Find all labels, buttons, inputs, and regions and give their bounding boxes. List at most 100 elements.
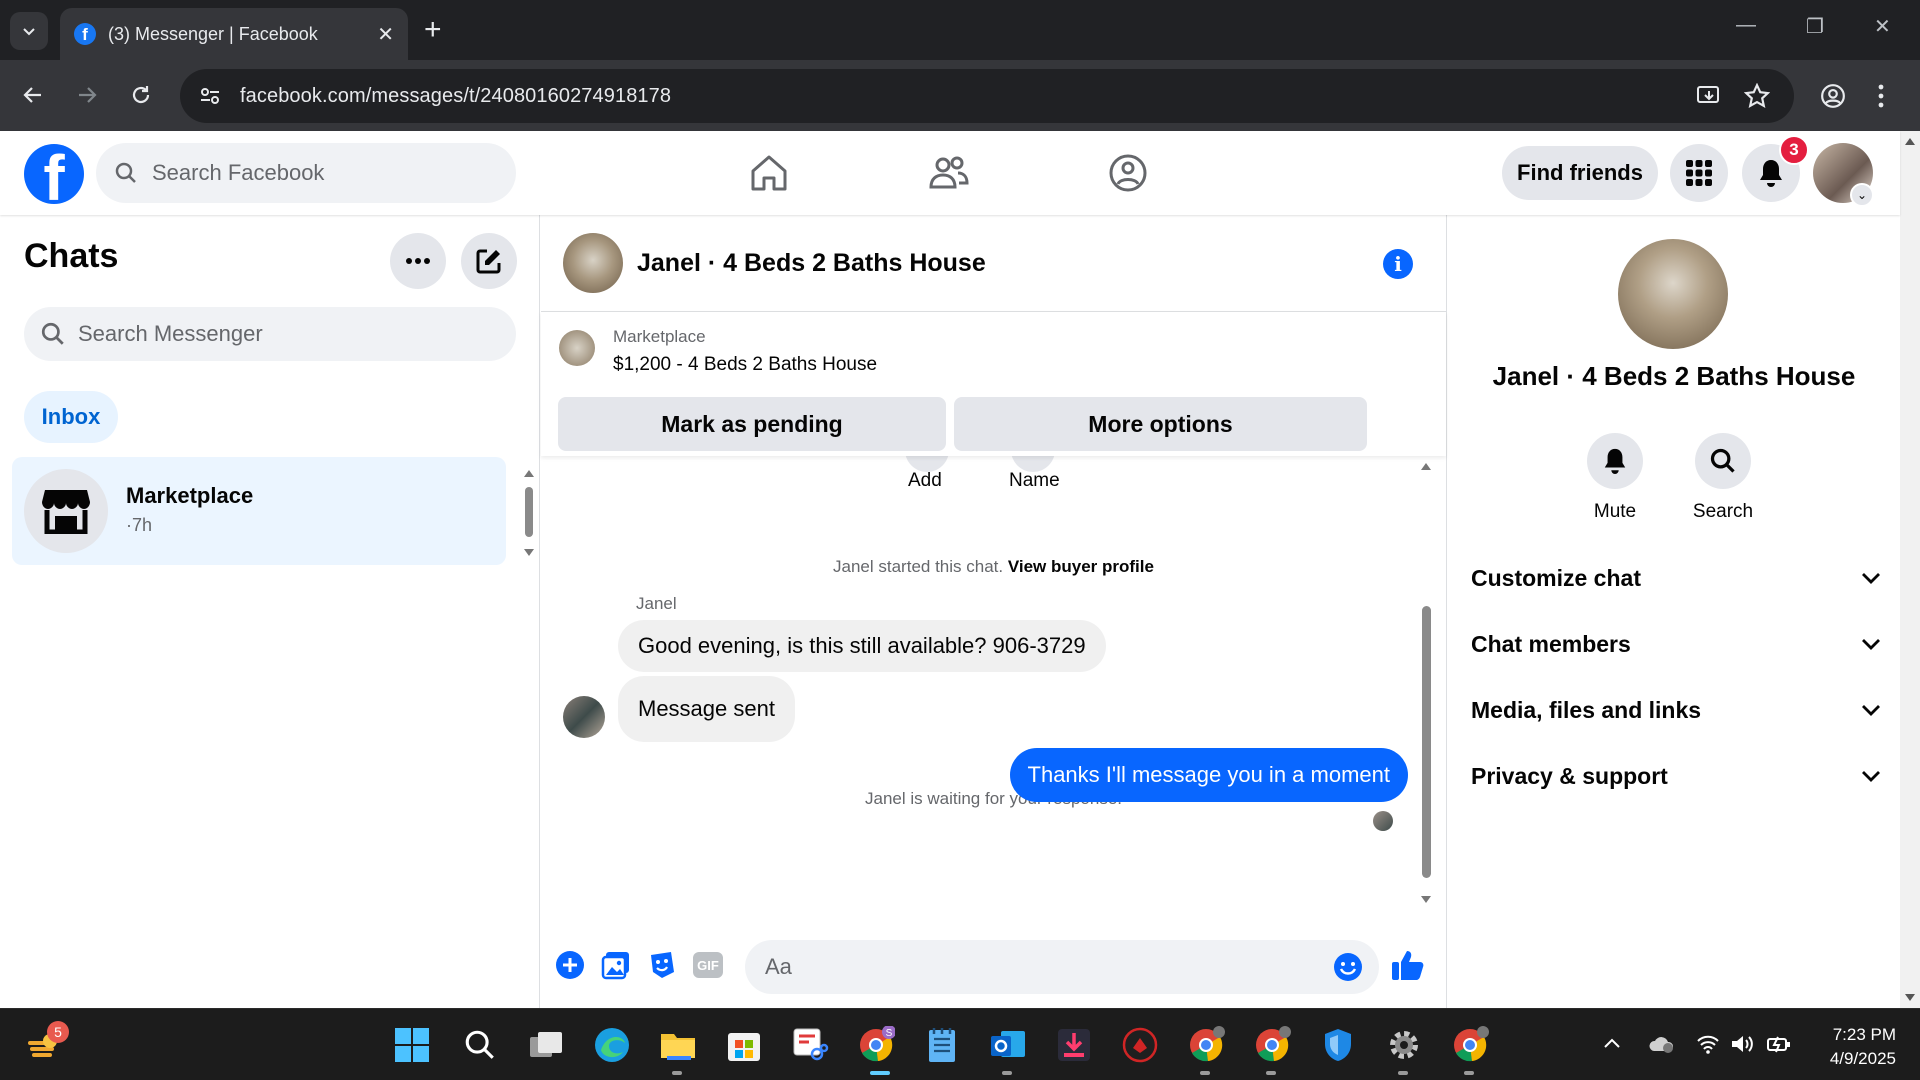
restore-button[interactable]: ❐: [1806, 14, 1824, 39]
address-bar[interactable]: facebook.com/messages/t/2408016027491817…: [180, 69, 1794, 123]
chrome-profile-3-icon[interactable]: [1252, 1025, 1292, 1065]
messenger-search-input[interactable]: Search Messenger: [24, 307, 516, 361]
chrome-profile-2-icon[interactable]: [1186, 1025, 1226, 1065]
mute-action[interactable]: Mute: [1560, 433, 1670, 523]
windows-taskbar: 5 S 7:23 PM 4/9/2025: [0, 1008, 1920, 1080]
bell-icon: [1604, 448, 1626, 474]
onedrive-icon[interactable]: [1648, 1033, 1676, 1055]
sticker-icon: [651, 952, 674, 978]
settings-gear-icon[interactable]: [1384, 1025, 1424, 1065]
defender-icon[interactable]: [1318, 1025, 1358, 1065]
view-buyer-profile-link[interactable]: View buyer profile: [1008, 557, 1154, 576]
tab-close-icon[interactable]: ✕: [377, 22, 394, 47]
incoming-message-bubble[interactable]: Good evening, is this still available? 9…: [618, 620, 1106, 672]
outlook-icon[interactable]: [988, 1025, 1028, 1065]
file-explorer-icon[interactable]: [658, 1025, 698, 1065]
volume-icon[interactable]: [1730, 1033, 1756, 1055]
snipping-tool-icon[interactable]: [790, 1025, 830, 1065]
forward-button[interactable]: [70, 78, 104, 112]
tab-search-button[interactable]: [10, 12, 48, 50]
install-app-icon[interactable]: [1696, 84, 1722, 108]
attach-photo-button[interactable]: [599, 948, 633, 982]
conversation-avatar[interactable]: [563, 233, 623, 293]
message-input-placeholder: Aa: [765, 954, 792, 979]
security-app-icon[interactable]: [1120, 1025, 1160, 1065]
tab-title: (3) Messenger | Facebook: [108, 23, 318, 44]
chevron-down-icon: [1862, 639, 1880, 650]
message-input[interactable]: Aa: [745, 940, 1379, 994]
outgoing-message-bubble[interactable]: Thanks I'll message you in a moment: [1009, 748, 1408, 802]
facebook-logo-icon[interactable]: f: [24, 144, 84, 204]
tray-expand-icon[interactable]: [1603, 1037, 1621, 1049]
message-thread: Add Name Janel started this chat. View b…: [541, 456, 1446, 926]
downloader-icon[interactable]: [1054, 1025, 1094, 1065]
section-label: Chat members: [1471, 630, 1631, 657]
bookmark-star-icon[interactable]: [1744, 83, 1770, 109]
page-scrollbar[interactable]: [1900, 131, 1920, 1008]
new-message-button[interactable]: [461, 233, 517, 289]
account-chevron-icon[interactable]: ⌄: [1850, 183, 1874, 207]
site-settings-icon[interactable]: [198, 84, 222, 108]
taskbar-search-icon[interactable]: [460, 1025, 500, 1065]
section-label: Media, files and links: [1471, 696, 1702, 723]
inbox-filter-tab[interactable]: Inbox: [24, 391, 118, 443]
clock-date: 4/9/2025: [1829, 1049, 1896, 1068]
new-tab-button[interactable]: +: [424, 14, 442, 46]
chevron-down-icon: [1862, 573, 1880, 584]
facebook-header: f Search Facebook Find friends: [0, 131, 1900, 215]
details-avatar[interactable]: [1618, 239, 1728, 349]
name-action-label[interactable]: Name: [1009, 470, 1060, 492]
system-clock[interactable]: 7:23 PM 4/9/2025: [1806, 1023, 1896, 1071]
privacy-support-section[interactable]: Privacy & support: [1471, 748, 1881, 804]
conversation-header: Janel · 4 Beds 2 Baths House i: [541, 215, 1446, 312]
thread-scrollbar[interactable]: [1418, 456, 1434, 916]
listing-title[interactable]: $1,200 - 4 Beds 2 Baths House: [613, 354, 877, 376]
wifi-icon[interactable]: [1696, 1033, 1720, 1055]
more-actions-button[interactable]: [553, 948, 587, 982]
customize-chat-section[interactable]: Customize chat: [1471, 550, 1881, 606]
microsoft-store-icon[interactable]: [724, 1025, 764, 1065]
edge-icon[interactable]: [592, 1025, 632, 1065]
kebab-menu-icon[interactable]: [1876, 83, 1886, 109]
more-options-button[interactable]: More options: [954, 397, 1367, 451]
chat-time: ·7h: [126, 515, 153, 535]
incoming-message-bubble[interactable]: Message sent: [618, 676, 795, 742]
add-action-label[interactable]: Add: [908, 470, 942, 492]
sticker-button[interactable]: [645, 948, 679, 982]
minimize-button[interactable]: —: [1736, 14, 1756, 37]
menu-button[interactable]: [1670, 144, 1728, 202]
close-window-button[interactable]: ✕: [1874, 14, 1891, 39]
profile-icon[interactable]: [1820, 83, 1846, 109]
like-button[interactable]: [1391, 948, 1425, 982]
info-icon[interactable]: i: [1383, 249, 1413, 279]
start-button[interactable]: [392, 1025, 432, 1065]
media-files-links-section[interactable]: Media, files and links: [1471, 682, 1881, 738]
back-button[interactable]: [16, 78, 50, 112]
home-icon[interactable]: [747, 151, 791, 195]
conversation-title[interactable]: Janel · 4 Beds 2 Baths House: [637, 249, 986, 278]
facebook-search-input[interactable]: Search Facebook: [96, 143, 516, 203]
chat-list-item[interactable]: Marketplace ·7h: [12, 457, 506, 565]
battery-icon[interactable]: [1766, 1033, 1792, 1055]
reload-button[interactable]: [124, 78, 158, 112]
gif-button[interactable]: GIF: [691, 948, 725, 982]
mark-as-pending-button[interactable]: Mark as pending: [558, 397, 946, 451]
friends-icon[interactable]: [926, 151, 970, 195]
sender-avatar[interactable]: [563, 696, 605, 738]
chrome-profile-4-icon[interactable]: [1450, 1025, 1490, 1065]
notepad-icon[interactable]: [922, 1025, 962, 1065]
listing-thumbnail[interactable]: [559, 330, 595, 366]
browser-tab-active[interactable]: f (3) Messenger | Facebook ✕: [60, 8, 408, 60]
url-text: facebook.com/messages/t/2408016027491817…: [240, 84, 672, 107]
task-view-icon[interactable]: [526, 1025, 566, 1065]
groups-icon[interactable]: [1106, 151, 1150, 195]
chrome-profile-s-icon[interactable]: S: [856, 1025, 896, 1065]
running-indicator: [672, 1071, 682, 1075]
find-friends-button[interactable]: Find friends: [1502, 146, 1658, 200]
search-in-chat-action[interactable]: Search: [1668, 433, 1778, 523]
chat-members-section[interactable]: Chat members: [1471, 616, 1881, 672]
conversation-panel: Janel · 4 Beds 2 Baths House i Marketpla…: [541, 215, 1446, 1008]
chats-options-button[interactable]: [390, 233, 446, 289]
chats-scrollbar[interactable]: [522, 463, 536, 563]
emoji-icon[interactable]: [1333, 952, 1363, 982]
